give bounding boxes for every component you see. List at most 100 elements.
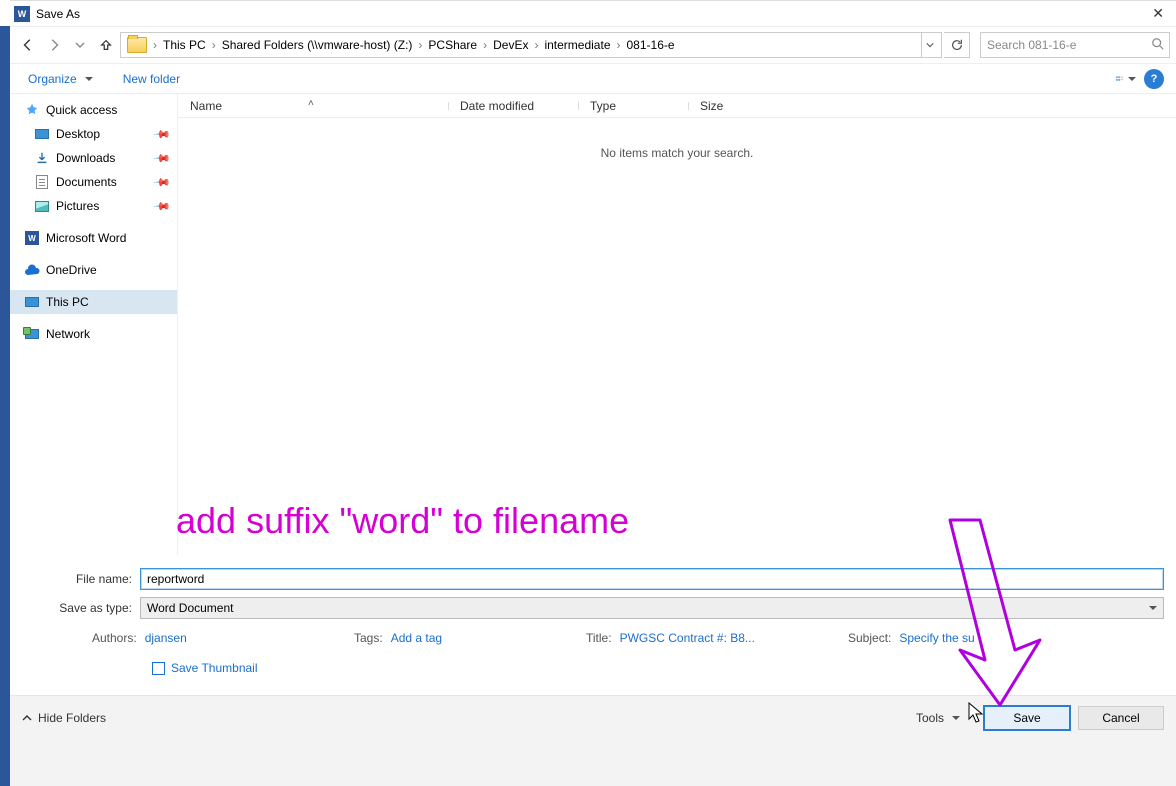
chevron-right-icon[interactable]: › <box>151 38 159 52</box>
view-options-button[interactable] <box>1116 69 1136 89</box>
address-bar[interactable]: › This PC › Shared Folders (\\vmware-hos… <box>120 32 942 58</box>
pictures-icon <box>34 198 50 214</box>
save-thumbnail-row[interactable]: Save Thumbnail <box>22 661 1164 675</box>
pin-icon: 📌 <box>153 125 172 144</box>
dialog-footer: Hide Folders Tools Save Cancel <box>10 695 1176 739</box>
search-input[interactable]: Search 081-16-e <box>980 32 1170 58</box>
split-view: Quick access Desktop 📌 Downloads 📌 Docum… <box>10 93 1176 555</box>
save-as-dialog: W Save As ✕ › This PC › Shared Folders (… <box>10 0 1176 739</box>
sidebar-label: Documents <box>56 175 117 189</box>
sidebar-quick-access[interactable]: Quick access <box>10 98 177 122</box>
breadcrumb-devex[interactable]: DevEx <box>489 38 532 52</box>
refresh-button[interactable] <box>944 32 970 58</box>
subject-label: Subject: <box>848 631 891 645</box>
authors-value[interactable]: djansen <box>145 631 187 645</box>
sidebar-label: This PC <box>46 295 89 309</box>
pin-icon: 📌 <box>153 173 172 192</box>
close-icon[interactable]: ✕ <box>1144 5 1172 22</box>
hide-folders-button[interactable]: Hide Folders <box>22 711 106 725</box>
help-icon[interactable]: ? <box>1144 69 1164 89</box>
savetype-combo[interactable]: Word Document <box>140 597 1164 619</box>
address-dropdown-button[interactable] <box>921 33 937 57</box>
column-date[interactable]: Date modified <box>448 99 578 113</box>
sidebar-word[interactable]: W Microsoft Word <box>10 226 177 250</box>
title-value[interactable]: PWGSC Contract #: B8... <box>620 631 755 645</box>
up-button[interactable] <box>94 33 118 57</box>
sidebar-label: OneDrive <box>46 263 97 277</box>
search-icon <box>1151 37 1165 51</box>
chevron-right-icon[interactable]: › <box>615 38 623 52</box>
tags-label: Tags: <box>354 631 383 645</box>
chevron-down-icon <box>952 716 960 724</box>
document-icon <box>34 174 50 190</box>
cancel-button[interactable]: Cancel <box>1078 706 1164 730</box>
sidebar-desktop[interactable]: Desktop 📌 <box>10 122 177 146</box>
empty-list-message: No items match your search. <box>178 146 1176 160</box>
organize-menu[interactable]: Organize <box>22 68 99 90</box>
sidebar-label: Pictures <box>56 199 99 213</box>
chevron-right-icon[interactable]: › <box>532 38 540 52</box>
sidebar-label: Desktop <box>56 127 100 141</box>
star-icon <box>24 102 40 118</box>
forward-button[interactable] <box>42 33 66 57</box>
subject-value[interactable]: Specify the su <box>899 631 974 645</box>
savetype-value: Word Document <box>147 601 233 615</box>
breadcrumb-pcshare[interactable]: PCShare <box>424 38 481 52</box>
sidebar-label: Quick access <box>46 103 117 117</box>
folder-icon <box>127 37 147 53</box>
sidebar-pictures[interactable]: Pictures 📌 <box>10 194 177 218</box>
cloud-icon <box>24 262 40 278</box>
back-button[interactable] <box>16 33 40 57</box>
sidebar-this-pc[interactable]: This PC <box>10 290 177 314</box>
sidebar-documents[interactable]: Documents 📌 <box>10 170 177 194</box>
recent-locations-button[interactable] <box>68 33 92 57</box>
word-app-icon: W <box>14 6 30 22</box>
sidebar-label: Network <box>46 327 90 341</box>
chevron-right-icon[interactable]: › <box>416 38 424 52</box>
filename-label: File name: <box>22 572 140 586</box>
pc-icon <box>24 294 40 310</box>
pin-icon: 📌 <box>153 197 172 216</box>
breadcrumb-intermediate[interactable]: intermediate <box>540 38 614 52</box>
sidebar-label: Microsoft Word <box>46 231 126 245</box>
save-thumbnail-checkbox[interactable] <box>152 662 165 675</box>
background-app-stripe <box>0 26 10 786</box>
pin-icon: 📌 <box>153 149 172 168</box>
breadcrumb-leaf[interactable]: 081-16-e <box>623 38 679 52</box>
titlebar: W Save As ✕ <box>10 1 1176 27</box>
sort-indicator-icon: ˄ <box>308 98 314 109</box>
save-button[interactable]: Save <box>984 706 1070 730</box>
savetype-label: Save as type: <box>22 601 140 615</box>
column-headers: Name ˄ Date modified Type Size <box>178 94 1176 118</box>
annotation-text: add suffix "word" to filename <box>176 500 629 542</box>
sidebar-downloads[interactable]: Downloads 📌 <box>10 146 177 170</box>
nav-row: › This PC › Shared Folders (\\vmware-hos… <box>10 27 1176 63</box>
column-size[interactable]: Size <box>688 99 768 113</box>
download-icon <box>34 150 50 166</box>
filename-input[interactable] <box>140 568 1164 590</box>
search-placeholder: Search 081-16-e <box>987 38 1076 52</box>
authors-label: Authors: <box>92 631 137 645</box>
chevron-right-icon[interactable]: › <box>210 38 218 52</box>
sidebar-onedrive[interactable]: OneDrive <box>10 258 177 282</box>
save-form: File name: Save as type: Word Document A… <box>10 555 1176 675</box>
breadcrumb-shared[interactable]: Shared Folders (\\vmware-host) (Z:) <box>218 38 417 52</box>
title-label: Title: <box>586 631 612 645</box>
chevron-up-icon <box>22 713 32 723</box>
background-app-bottom <box>10 739 1176 786</box>
save-thumbnail-label: Save Thumbnail <box>171 661 258 675</box>
word-icon: W <box>24 230 40 246</box>
chevron-down-icon <box>1128 77 1136 85</box>
sidebar-label: Downloads <box>56 151 115 165</box>
tools-menu[interactable]: Tools <box>916 711 960 725</box>
column-name[interactable]: Name ˄ <box>178 99 448 113</box>
toolbar-row: Organize New folder ? <box>10 63 1176 93</box>
tags-value[interactable]: Add a tag <box>391 631 442 645</box>
metadata-row: Authors: djansen Tags: Add a tag Title: … <box>22 631 1164 645</box>
window-title: Save As <box>36 7 80 21</box>
new-folder-button[interactable]: New folder <box>117 68 186 90</box>
breadcrumb-this-pc[interactable]: This PC <box>159 38 210 52</box>
column-type[interactable]: Type <box>578 99 688 113</box>
sidebar-network[interactable]: Network <box>10 322 177 346</box>
chevron-right-icon[interactable]: › <box>481 38 489 52</box>
